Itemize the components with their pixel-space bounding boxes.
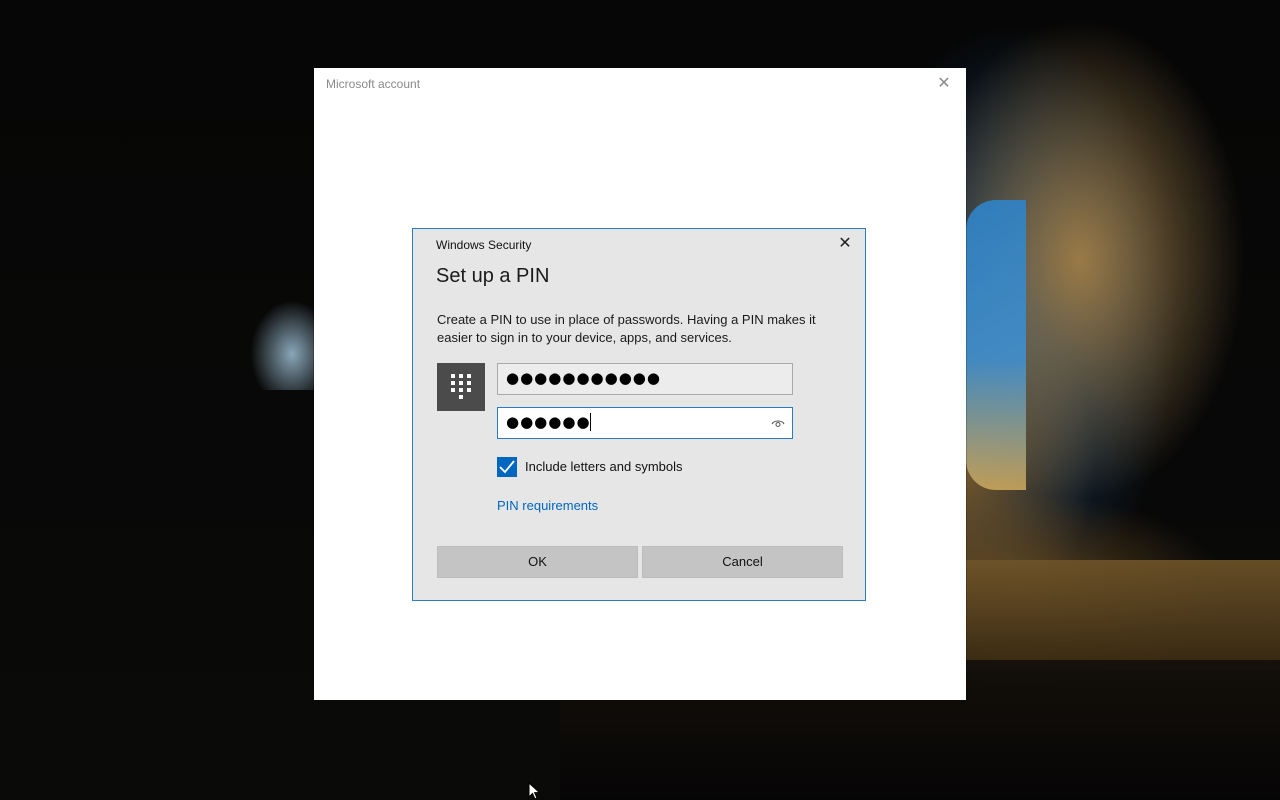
- confirm-pin-value: ●●●●●●: [506, 413, 591, 431]
- wallpaper-light-opening: [250, 300, 320, 390]
- new-pin-input[interactable]: ●●●●●●●●●●●: [497, 363, 793, 395]
- dialog-close-icon[interactable]: ✕: [837, 236, 853, 252]
- window-title: Microsoft account: [326, 77, 421, 91]
- windows-security-dialog: Windows Security ✕ Set up a PIN Create a…: [412, 228, 866, 601]
- confirm-pin-value-wrap: ●●●●●●: [506, 413, 591, 431]
- dialog-app-name: Windows Security: [436, 238, 532, 252]
- wallpaper-sky: [966, 200, 1026, 490]
- window-close-icon[interactable]: ✕: [936, 76, 952, 92]
- eye-icon[interactable]: [771, 416, 785, 430]
- dialog-description: Create a PIN to use in place of password…: [437, 312, 816, 345]
- include-letters-checkbox[interactable]: [497, 457, 517, 477]
- cancel-button[interactable]: Cancel: [642, 546, 843, 578]
- new-pin-value: ●●●●●●●●●●●: [506, 369, 661, 387]
- text-caret: [589, 413, 591, 431]
- include-letters-label[interactable]: Include letters and symbols: [525, 459, 683, 474]
- ok-button[interactable]: OK: [437, 546, 638, 578]
- wallpaper-sand: [966, 560, 1280, 670]
- keypad-icon: [437, 363, 485, 411]
- mouse-pointer-icon: [528, 782, 541, 800]
- checkmark-icon: [499, 460, 515, 474]
- dialog-heading: Set up a PIN: [436, 265, 550, 287]
- confirm-pin-input[interactable]: ●●●●●●: [497, 407, 793, 439]
- pin-requirements-link[interactable]: PIN requirements: [497, 498, 598, 513]
